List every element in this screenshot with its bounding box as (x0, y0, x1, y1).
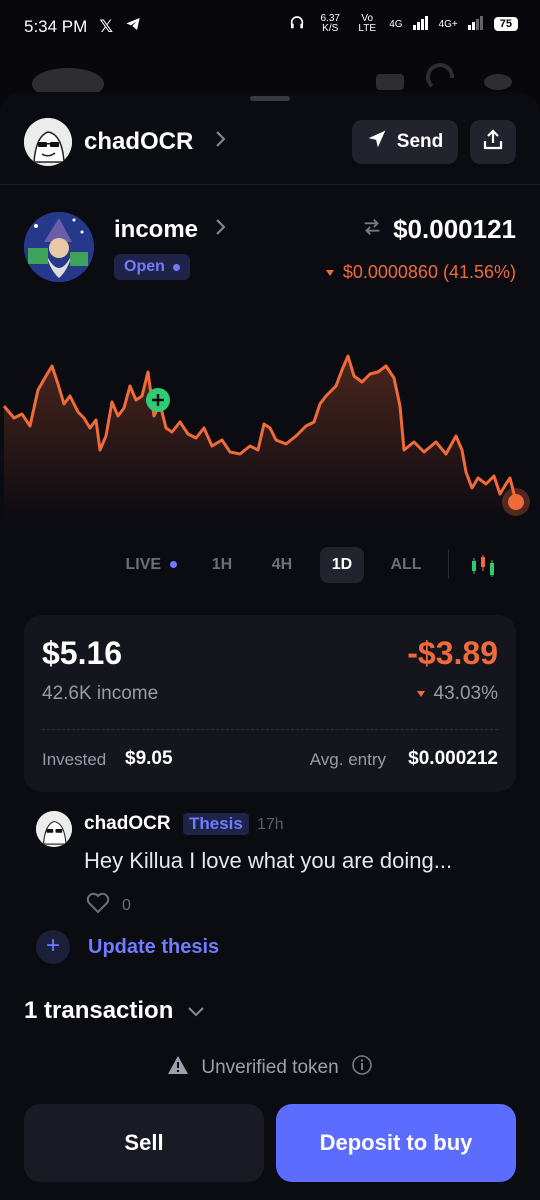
avg-entry-value: $0.000212 (408, 748, 498, 769)
token-avatar[interactable] (24, 212, 94, 282)
volte-label: Vo LTE (358, 13, 377, 34)
chevron-right-icon[interactable] (214, 216, 228, 244)
signal-label-1: 4G (389, 18, 403, 30)
warning-icon (167, 1055, 189, 1081)
price-chart[interactable] (0, 342, 540, 522)
send-label: Send (396, 131, 444, 152)
position-pnl: -$3.89 (407, 635, 498, 671)
signal-icon-2 (467, 15, 484, 33)
header-divider (0, 184, 540, 185)
card-divider (42, 729, 498, 730)
price-change: $0.0000860 (41.56%) (325, 262, 516, 283)
thesis-badge: Thesis (183, 813, 249, 835)
bottom-sheet: chadOCR Send income Open $0.000121 $0.00… (0, 92, 540, 1200)
share-icon (481, 128, 505, 157)
avg-entry-label: Avg. entry (309, 750, 386, 769)
status-right: 6.37 K/S Vo LTE 4G 4G+ 75 (289, 14, 518, 34)
heart-icon (86, 892, 110, 919)
invested-value: $9.05 (125, 748, 173, 769)
account-header: chadOCR Send (24, 118, 516, 166)
timeframe-selector: LIVE 1H 4H 1D ALL (0, 547, 540, 583)
position-amount: 42.6K income (42, 683, 159, 704)
down-triangle-icon (325, 262, 335, 283)
signal-icon-1 (412, 15, 429, 33)
plus-icon: + (36, 930, 70, 964)
thesis-avatar[interactable] (36, 811, 72, 847)
status-badge-label: Open (124, 258, 165, 275)
telegram-icon (125, 16, 141, 37)
thesis-text[interactable]: Hey Killua I love what you are doing... (84, 848, 452, 874)
position-pnl-percent: 43.03% (416, 683, 498, 705)
chevron-down-icon (187, 997, 205, 1025)
price-value: $0.000121 (393, 214, 516, 244)
sheet-grabber[interactable] (250, 96, 290, 101)
token-name[interactable]: income (114, 216, 198, 244)
position-value: $5.16 (42, 635, 123, 671)
candlestick-icon[interactable] (470, 553, 496, 584)
token-price: $0.000121 (361, 214, 516, 245)
current-price-marker (502, 488, 530, 516)
update-thesis-button[interactable]: + Update thesis (36, 930, 219, 964)
status-bar: 5:34 PM 𝕏 6.37 K/S Vo LTE 4G 4G+ 75 (0, 0, 540, 56)
tab-1d[interactable]: 1D (320, 547, 364, 583)
battery-indicator: 75 (493, 17, 518, 31)
update-thesis-label: Update thesis (88, 935, 220, 958)
buy-marker[interactable] (146, 388, 170, 412)
invested-label: Invested (42, 750, 107, 769)
avatar[interactable] (24, 118, 72, 166)
position-card: $5.16 -$3.89 42.6K income 43.03% Investe… (24, 615, 516, 792)
like-count: 0 (122, 896, 131, 914)
transactions-toggle[interactable]: 1 transaction (24, 997, 205, 1025)
tab-4h[interactable]: 4H (260, 547, 304, 583)
thesis-timestamp: 17h (257, 816, 284, 833)
price-change-value: $0.0000860 (41.56%) (342, 262, 516, 282)
status-time: 5:34 PM (24, 16, 88, 36)
timeframe-divider (448, 549, 449, 579)
tab-live[interactable]: LIVE (118, 547, 184, 583)
sell-button[interactable]: Sell (24, 1104, 264, 1182)
x-app-icon: 𝕏 (99, 16, 114, 36)
tab-all[interactable]: ALL (380, 547, 432, 583)
unverified-label: Unverified token (201, 1057, 339, 1078)
status-left: 5:34 PM 𝕏 (24, 16, 141, 37)
down-triangle-icon (416, 683, 426, 705)
headset-icon (289, 15, 305, 34)
account-name[interactable]: chadOCR (84, 128, 193, 156)
swap-icon[interactable] (361, 214, 383, 245)
live-dot (169, 561, 177, 569)
send-icon (367, 129, 387, 155)
background-app-peek (32, 63, 512, 92)
status-dot (172, 263, 180, 271)
like-button[interactable]: 0 (86, 892, 131, 919)
share-button[interactable] (470, 120, 516, 164)
info-icon[interactable] (351, 1054, 373, 1082)
status-badge: Open (114, 254, 190, 280)
unverified-warning: Unverified token (0, 1054, 540, 1082)
net-speed: 6.37 K/S (320, 13, 340, 34)
thesis-username[interactable]: chadOCR (84, 813, 171, 835)
deposit-to-buy-button[interactable]: Deposit to buy (276, 1104, 516, 1182)
pnl-percent-value: 43.03% (433, 683, 498, 704)
chevron-right-icon[interactable] (214, 128, 228, 156)
send-button[interactable]: Send (352, 120, 458, 164)
tab-live-label: LIVE (125, 556, 162, 573)
transactions-label: 1 transaction (24, 997, 174, 1024)
signal-label-2: 4G+ (438, 18, 458, 30)
tab-1h[interactable]: 1H (200, 547, 244, 583)
